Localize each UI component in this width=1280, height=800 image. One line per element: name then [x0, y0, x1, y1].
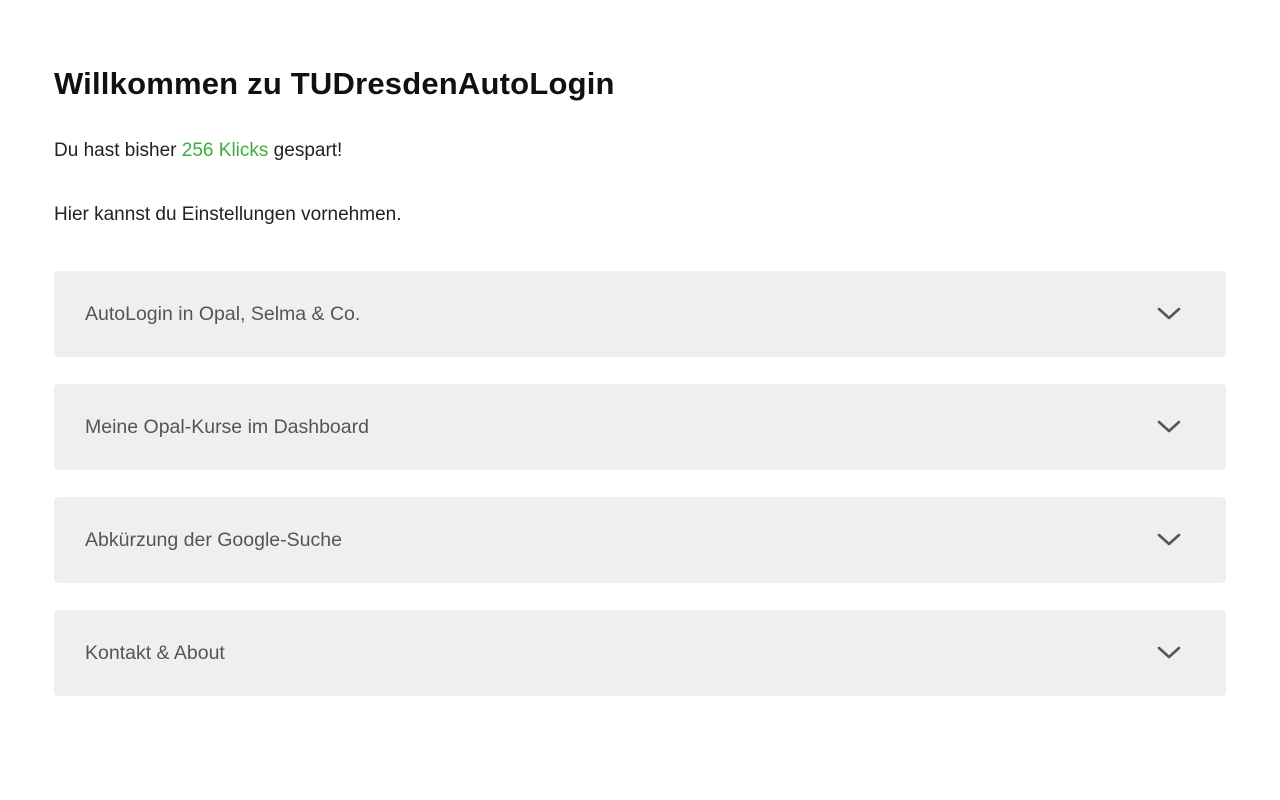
page-title: Willkommen zu TUDresdenAutoLogin	[54, 66, 615, 101]
accordion-label: Meine Opal-Kurse im Dashboard	[85, 416, 369, 438]
chevron-down-icon	[1156, 532, 1182, 548]
chevron-down-icon	[1156, 306, 1182, 322]
accordion-item-google-search[interactable]: Abkürzung der Google-Suche	[54, 497, 1226, 583]
accordion-item-contact-about[interactable]: Kontakt & About	[54, 610, 1226, 696]
clicks-saved-text: Du hast bisher 256 Klicks gespart!	[54, 139, 1226, 163]
settings-intro-text: Hier kannst du Einstellungen vornehmen.	[54, 204, 402, 225]
clicks-saved-suffix: gespart!	[268, 140, 343, 161]
chevron-down-icon	[1156, 645, 1182, 661]
accordion-label: AutoLogin in Opal, Selma & Co.	[85, 303, 361, 325]
accordion-item-autologin[interactable]: AutoLogin in Opal, Selma & Co.	[54, 271, 1226, 357]
accordion-item-opal-courses[interactable]: Meine Opal-Kurse im Dashboard	[54, 384, 1226, 470]
settings-accordion: AutoLogin in Opal, Selma & Co. Meine Opa…	[54, 271, 1226, 696]
settings-page: Willkommen zu TUDresdenAutoLogin Du hast…	[0, 0, 1280, 800]
clicks-count: 256 Klicks	[181, 140, 269, 161]
clicks-saved-prefix: Du hast bisher	[54, 140, 182, 161]
chevron-down-icon	[1156, 419, 1182, 435]
accordion-label: Abkürzung der Google-Suche	[85, 529, 342, 551]
accordion-label: Kontakt & About	[85, 642, 225, 664]
